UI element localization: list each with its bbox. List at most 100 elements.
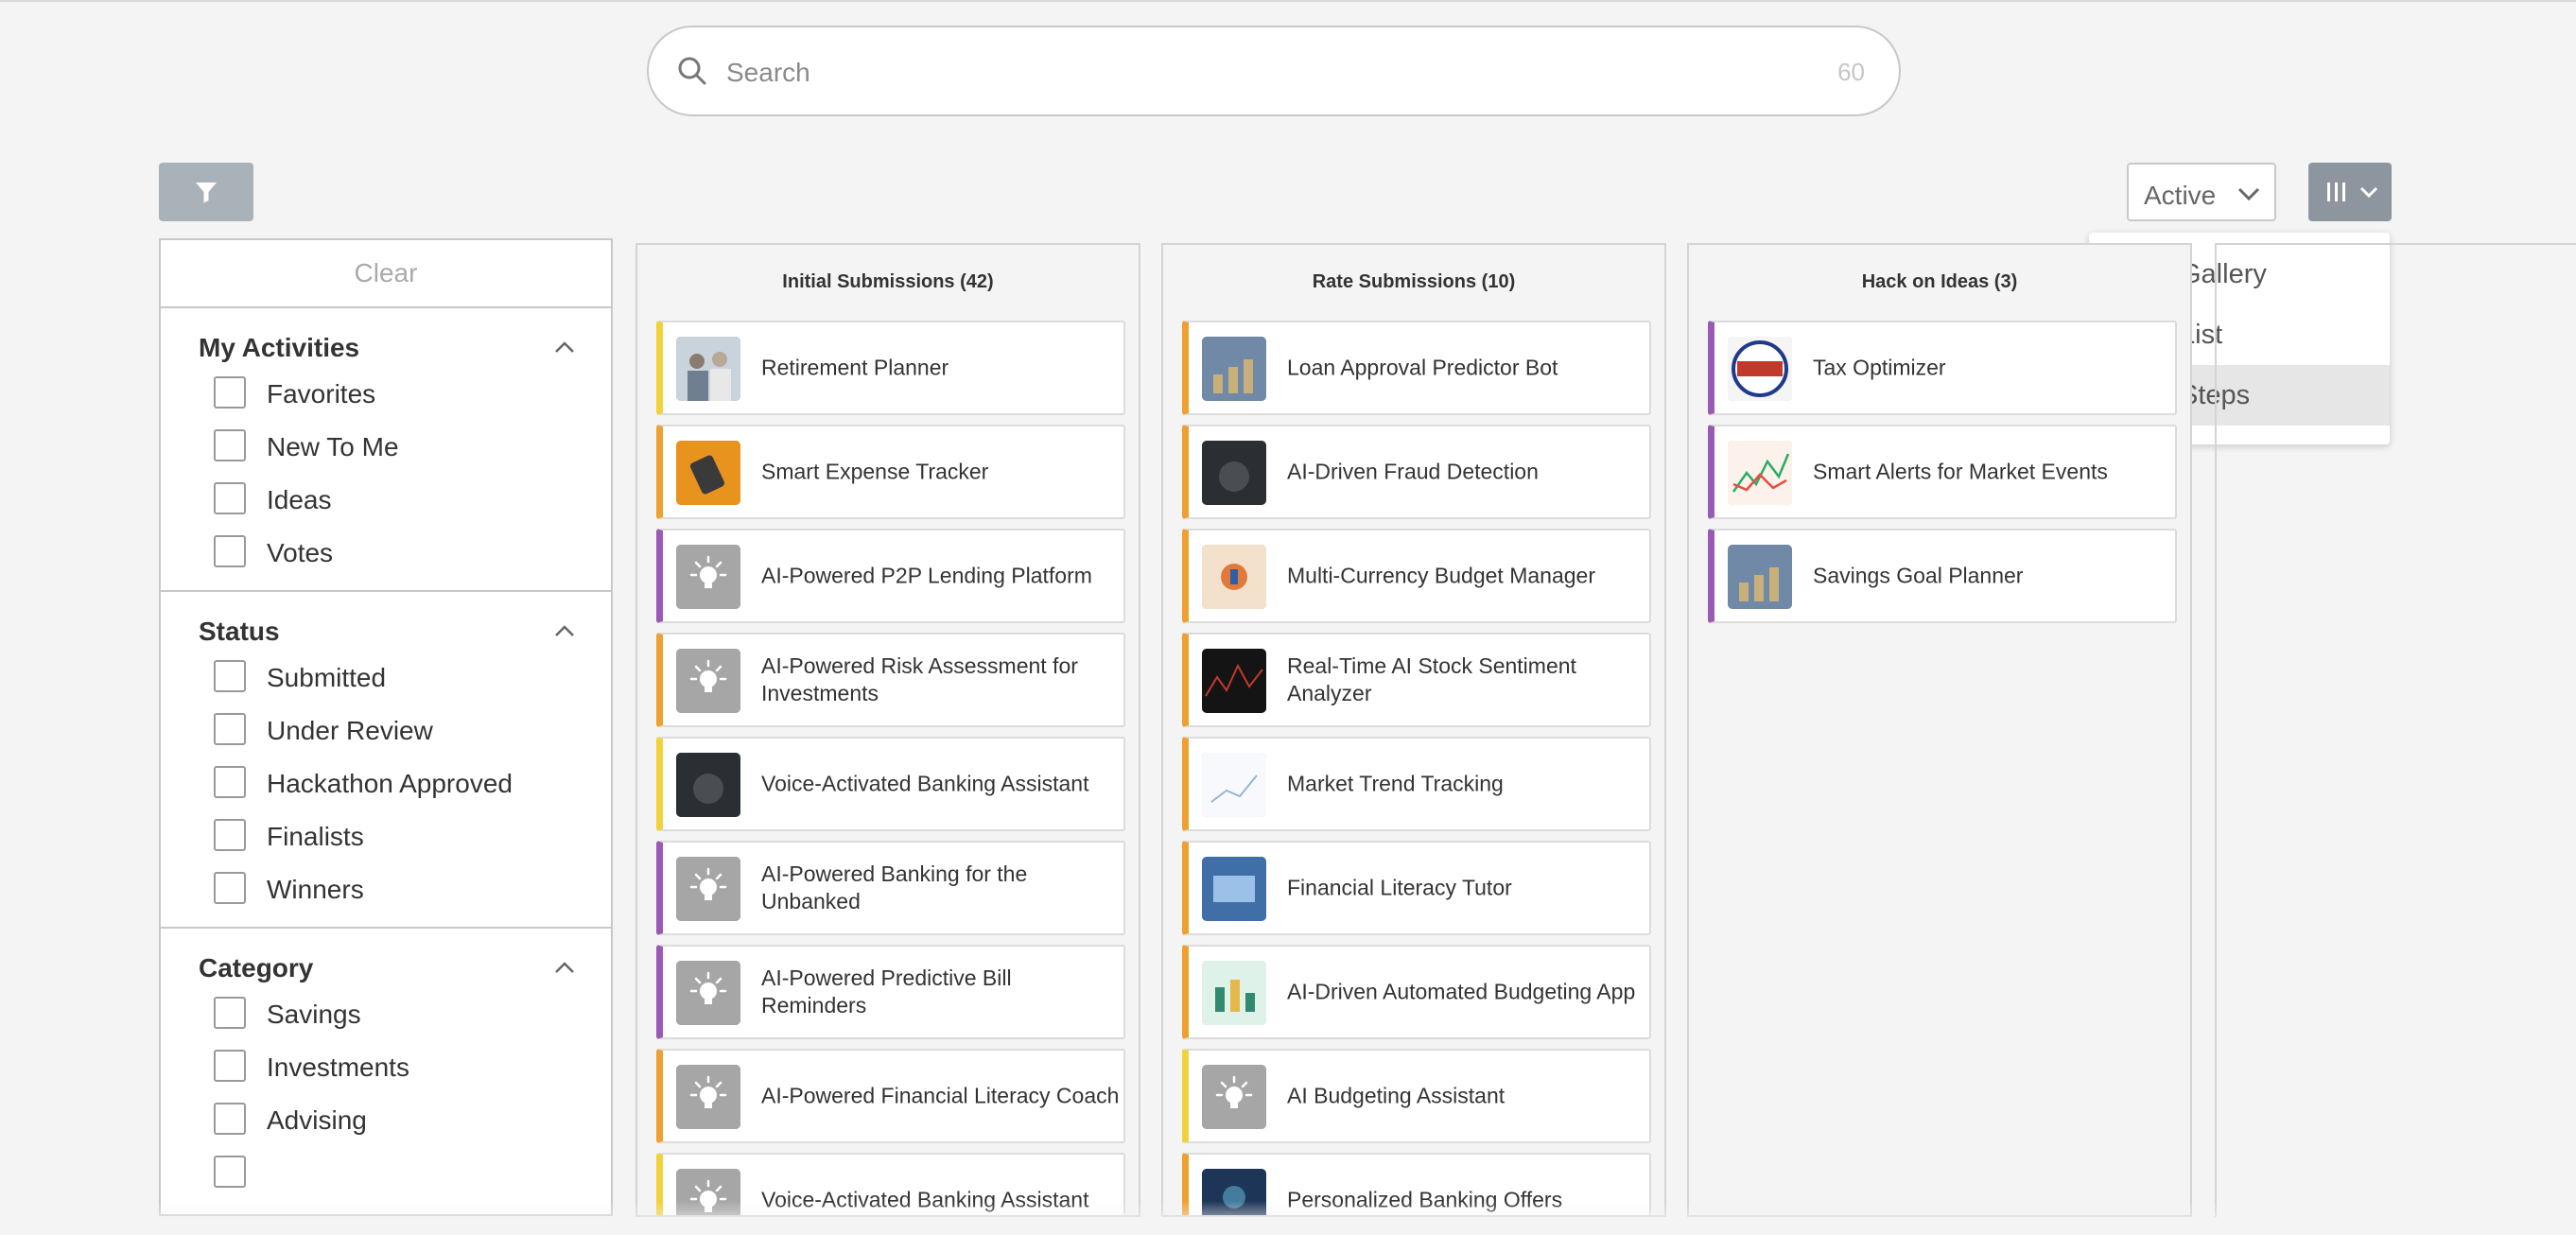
idea-card[interactable]: AI-Powered Banking for the Unbanked (656, 841, 1125, 935)
column-title: Hack on Ideas (3) (1861, 271, 2018, 292)
filter-option-label: New To Me (267, 432, 399, 461)
checkbox[interactable] (214, 482, 246, 514)
filter-option-favorites[interactable]: Favorites (161, 369, 611, 422)
checkbox[interactable] (214, 376, 246, 409)
idea-card-title: Financial Literacy Tutor (1287, 875, 1512, 900)
idea-card[interactable]: AI-Driven Automated Budgeting App (1182, 945, 1651, 1039)
filter-option-advising[interactable]: Advising (161, 1095, 611, 1148)
column-title: Rate Submissions (10) (1312, 271, 1516, 292)
idea-card[interactable]: Retirement Planner (656, 321, 1125, 415)
idea-card-title: Smart Expense Tracker (761, 459, 989, 484)
filter-option-label: Savings (267, 1000, 361, 1029)
checkbox[interactable] (214, 1103, 246, 1135)
idea-card[interactable]: AI-Driven Fraud Detection (1182, 425, 1651, 519)
chevron-up-icon[interactable] (554, 340, 575, 354)
idea-card[interactable]: AI-Powered Financial Literacy Coach (656, 1049, 1125, 1143)
idea-card[interactable]: AI-Powered P2P Lending Platform (656, 529, 1125, 623)
chevron-up-icon[interactable] (554, 961, 575, 974)
idea-card[interactable]: AI-Powered Predictive Bill Reminders (656, 945, 1125, 1039)
filter-option-label: Ideas (267, 485, 332, 514)
filter-option-savings[interactable]: Savings (161, 989, 611, 1042)
filter-option-label: Winners (267, 875, 364, 904)
filter-option-label: Under Review (267, 716, 433, 745)
photo-dark-icon (1202, 441, 1266, 505)
filter-option-label: Finalists (267, 822, 364, 851)
filter-panel: Clear My Activities Favorites New To Me … (159, 238, 613, 1216)
filter-option-winners[interactable]: Winners (161, 864, 611, 917)
filter-option-label: Favorites (267, 379, 376, 409)
checkbox[interactable] (214, 429, 246, 461)
checkbox[interactable] (214, 713, 246, 745)
filter-option-investments[interactable]: Investments (161, 1042, 611, 1095)
board-column-hack-on-ideas: Hack on Ideas (3) Tax Optimizer Smart Ale… (1687, 243, 2192, 1217)
checkbox[interactable] (214, 1156, 246, 1188)
search-bar[interactable]: 60 (647, 26, 1901, 116)
filter-option-votes[interactable]: Votes (161, 528, 611, 581)
idea-card[interactable]: Market Trend Tracking (1182, 737, 1651, 831)
idea-card-title: AI-Powered Banking for the Unbanked (761, 861, 1028, 913)
filter-option-partial[interactable] (161, 1148, 611, 1201)
filter-section-status: Status Submitted Under Review Hackathon … (161, 592, 611, 929)
filter-section-title: Status (199, 617, 280, 646)
search-icon (678, 57, 706, 85)
chevron-up-icon[interactable] (554, 624, 575, 637)
bottom-fade (0, 1201, 2576, 1235)
checkbox[interactable] (214, 766, 246, 798)
filter-section-title: My Activities (199, 333, 360, 362)
photo-chart-icon (1202, 649, 1266, 713)
board-column-next (2215, 243, 2576, 1217)
idea-card-title: Voice-Activated Banking Assistant (761, 771, 1089, 796)
idea-card-title: AI-Powered Financial Literacy Coach (761, 1083, 1120, 1108)
filter-option-hackathon-approved[interactable]: Hackathon Approved (161, 758, 611, 811)
board-column-initial-submissions: Initial Submissions (42) Retirement Plan… (635, 243, 1140, 1217)
idea-card-title: AI-Powered Risk Assessment for Investmen… (761, 653, 1078, 705)
checkbox[interactable] (214, 872, 246, 904)
filter-option-finalists[interactable]: Finalists (161, 811, 611, 864)
lightbulb-icon (676, 857, 740, 921)
idea-card[interactable]: Financial Literacy Tutor (1182, 841, 1651, 935)
checkbox[interactable] (214, 535, 246, 567)
idea-card-title: Tax Optimizer (1813, 355, 1946, 380)
idea-card[interactable]: Savings Goal Planner (1708, 529, 2177, 623)
idea-card[interactable]: Voice-Activated Banking Assistant (656, 737, 1125, 831)
idea-card-title: Real-Time AI Stock Sentiment Analyzer (1287, 653, 1576, 705)
idea-card[interactable]: Smart Alerts for Market Events (1708, 425, 2177, 519)
filter-option-ideas[interactable]: Ideas (161, 475, 611, 528)
photo-coins-icon (1728, 545, 1792, 609)
idea-card-title: Smart Alerts for Market Events (1813, 459, 2108, 484)
photo-mint-icon (1202, 961, 1266, 1025)
idea-card[interactable]: Loan Approval Predictor Bot (1182, 321, 1651, 415)
view-toggle-button[interactable] (2308, 163, 2392, 221)
checkbox[interactable] (214, 660, 246, 692)
idea-card[interactable]: Multi-Currency Budget Manager (1182, 529, 1651, 623)
filter-toggle-button[interactable] (159, 163, 253, 221)
idea-card-title: AI Budgeting Assistant (1287, 1083, 1506, 1108)
clear-filters-button[interactable]: Clear (161, 240, 611, 308)
checkbox[interactable] (214, 819, 246, 851)
idea-card[interactable]: AI-Powered Risk Assessment for Investmen… (656, 633, 1125, 727)
top-divider (0, 0, 2576, 2)
checkbox[interactable] (214, 997, 246, 1029)
filter-option-label: Advising (267, 1105, 367, 1135)
status-dropdown-value: Active (2144, 181, 2217, 210)
idea-card-title: AI-Driven Automated Budgeting App (1287, 979, 1636, 1004)
idea-card[interactable]: Real-Time AI Stock Sentiment Analyzer (1182, 633, 1651, 727)
tax-day-icon (1728, 337, 1792, 401)
filter-option-under-review[interactable]: Under Review (161, 705, 611, 758)
photo-light-icon (1202, 753, 1266, 817)
idea-card-title: Savings Goal Planner (1813, 563, 2024, 588)
photo-chart-light-icon (1728, 441, 1792, 505)
lightbulb-icon (676, 545, 740, 609)
filter-option-submitted[interactable]: Submitted (161, 652, 611, 705)
filter-option-new-to-me[interactable]: New To Me (161, 422, 611, 475)
photo-orange-icon (676, 441, 740, 505)
checkbox[interactable] (214, 1050, 246, 1082)
idea-card[interactable]: AI Budgeting Assistant (1182, 1049, 1651, 1143)
search-input[interactable] (724, 48, 1768, 97)
lightbulb-icon (1202, 1065, 1266, 1129)
idea-card-title: Market Trend Tracking (1287, 771, 1504, 796)
idea-card[interactable]: Tax Optimizer (1708, 321, 2177, 415)
status-dropdown[interactable]: Active (2127, 163, 2276, 221)
idea-card[interactable]: Smart Expense Tracker (656, 425, 1125, 519)
idea-card-title: AI-Powered Predictive Bill Reminders (761, 965, 1012, 1018)
